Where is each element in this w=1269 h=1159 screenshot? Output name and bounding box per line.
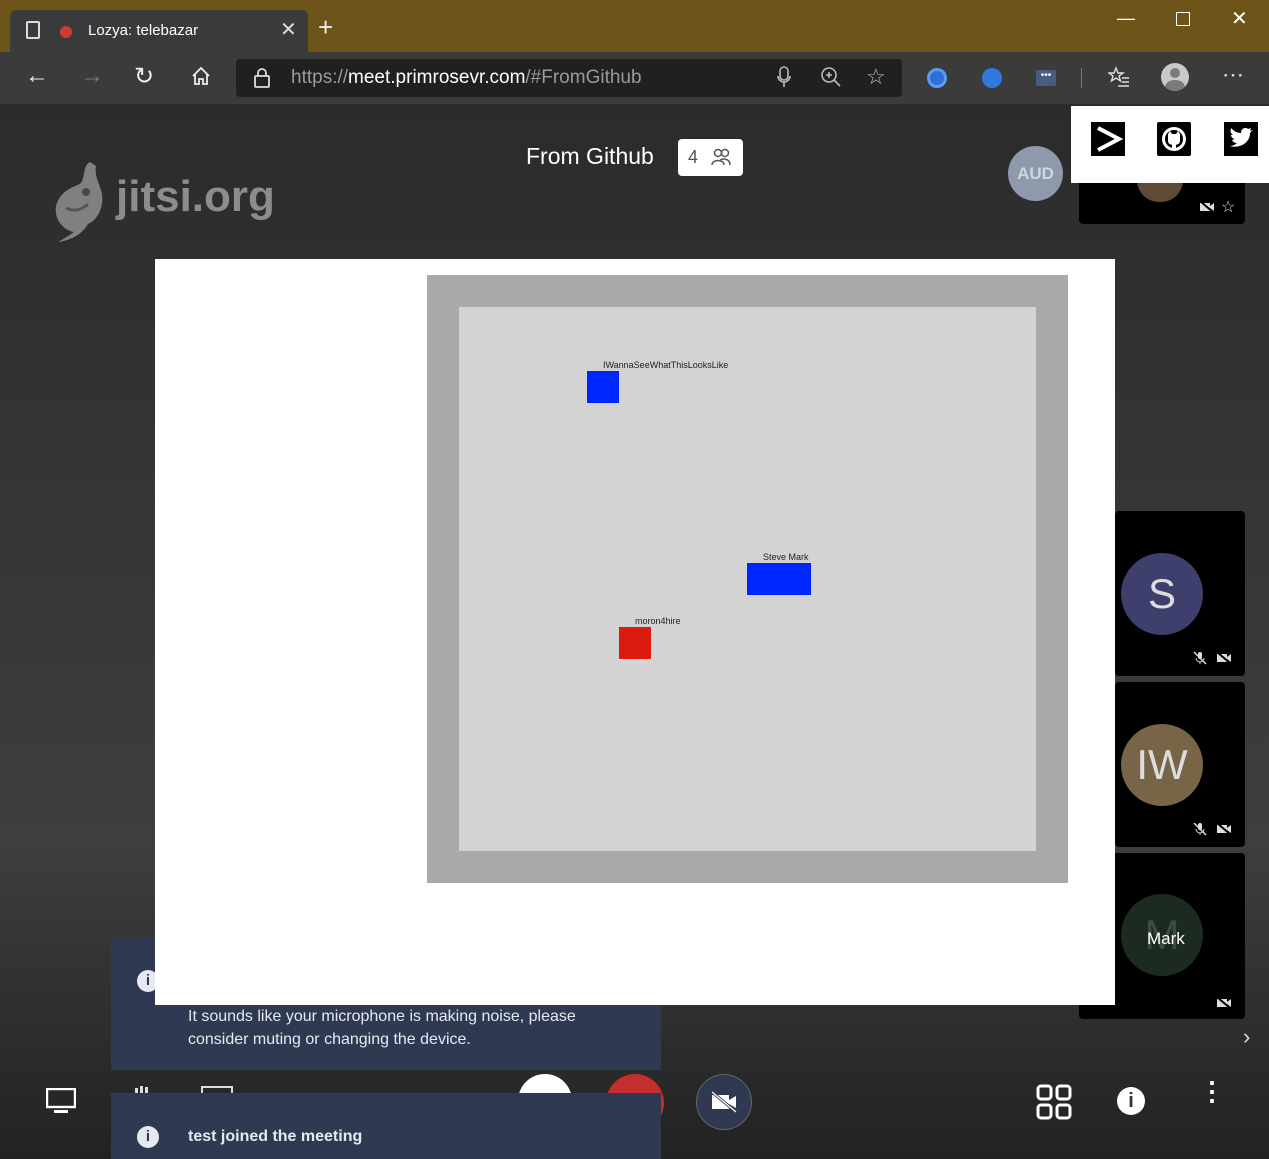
aud-avatar[interactable]: AUD [1008,146,1063,201]
favorites-list-icon[interactable] [1106,66,1130,93]
participant-avatar: S [1121,553,1203,635]
close-tab-icon[interactable]: ✕ [280,17,297,42]
participant-count: 4 [688,147,699,167]
camera-off-icon [711,1090,737,1114]
home-icon[interactable] [191,66,211,91]
recording-icon [60,26,72,38]
participant-avatar: IW [1121,724,1203,806]
url-host: meet.primrosevr.com [348,67,526,88]
camera-off-icon [1216,651,1232,668]
info-icon: i [137,1126,159,1148]
profile-avatar[interactable] [1161,63,1189,91]
extension-dots-icon[interactable]: ••• [1036,70,1056,86]
screen-share-icon[interactable] [45,1087,77,1119]
url-path: /#FromGithub [525,67,642,88]
participant-count-badge[interactable]: 4 [678,139,743,176]
notification-text: It sounds like your microphone is making… [188,1008,576,1048]
new-tab-button[interactable]: + [318,14,333,40]
participants-icon [711,148,731,166]
forward-icon[interactable]: → [80,62,104,90]
toolbar-divider [1081,68,1082,88]
star-icon: ☆ [1221,199,1236,216]
browser-tab[interactable]: Lozya: telebazar ✕ [10,10,308,52]
lock-icon[interactable] [253,67,271,94]
mic-muted-icon [1193,822,1207,839]
extension-circle-icon[interactable] [927,68,947,88]
meeting-title: From Github [526,143,654,169]
microphone-icon[interactable] [777,66,791,93]
user-photo [1137,180,1183,202]
maximize-icon[interactable] [1176,12,1190,26]
tile-view-icon[interactable] [1036,1084,1072,1125]
local-video-thumbnail[interactable]: ☆ [1079,180,1245,224]
avatar-label: IWannaSeeWhatThisLooksLike [603,360,729,370]
primrose-link-icon[interactable] [1091,122,1125,156]
camera-off-icon [1199,200,1215,217]
camera-toggle-button[interactable] [696,1074,752,1130]
github-icon[interactable] [1157,122,1191,156]
close-window-icon[interactable]: ✕ [1231,6,1248,31]
avatar-iwannasee[interactable] [587,371,619,403]
info-button-icon[interactable]: i [1117,1087,1145,1115]
social-links-panel [1071,106,1269,183]
url-text[interactable]: https://meet.primrosevr.com/#FromGithub [291,67,642,89]
more-options-icon[interactable]: ⋯ [1222,62,1245,88]
joined-notification: i test joined the meeting [111,1093,661,1159]
chevron-right-icon[interactable]: › [1243,1024,1250,1050]
extension-globe-icon[interactable] [982,68,1002,88]
camera-off-icon [1216,996,1232,1015]
participant-thumbnail-iw[interactable]: IW [1115,682,1245,847]
participant-name: Mark [1147,929,1185,948]
camera-off-icon [1216,822,1232,839]
avatar-label: Steve Mark [763,552,809,562]
twitter-icon[interactable] [1224,122,1258,156]
avatar-steve-mark[interactable] [747,563,811,595]
url-scheme: https:// [291,67,349,88]
minimize-icon[interactable]: — [1117,8,1135,29]
back-icon[interactable]: ← [25,62,49,90]
logo-text: jitsi.org [116,172,275,221]
favorite-star-icon[interactable]: ☆ [866,64,886,90]
jitsi-mascot-icon [55,162,103,242]
notification-text: test joined the meeting [188,1128,363,1145]
avatar-moron4hire[interactable] [619,627,651,659]
page-icon [26,21,40,39]
zoom-icon[interactable] [820,66,842,94]
mic-muted-icon [1193,651,1207,668]
refresh-icon[interactable]: ↻ [134,62,154,91]
tab-title: Lozya: telebazar [88,22,199,39]
more-actions-icon[interactable]: ⋮ [1199,1078,1225,1104]
avatar-label: moron4hire [635,616,681,626]
jitsi-logo[interactable]: jitsi.org [52,158,275,249]
participant-thumbnail-s[interactable]: S [1115,511,1245,676]
